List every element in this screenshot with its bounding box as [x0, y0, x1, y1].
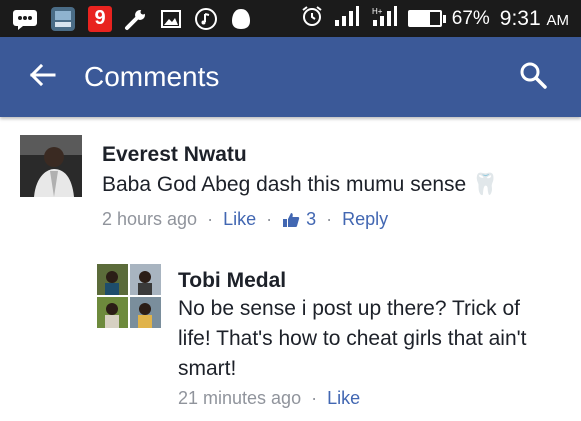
app-icon: [50, 6, 76, 32]
wrench-icon: [124, 7, 148, 31]
like-count-value: 3: [306, 209, 317, 229]
avatar[interactable]: [97, 264, 161, 328]
blob-icon: [230, 7, 252, 31]
comment-actions: 21 minutes ago · Like: [178, 388, 360, 409]
battery-indicator: 67%: [407, 7, 490, 30]
svg-text:H+: H+: [372, 7, 383, 16]
comment-author[interactable]: Tobi Medal: [178, 269, 286, 293]
notification-badge-icon: 9: [88, 5, 112, 32]
music-icon: [194, 7, 218, 31]
reply-button[interactable]: Reply: [342, 209, 388, 230]
thumbs-up-icon: [283, 212, 300, 227]
signal-icon: [334, 5, 360, 33]
battery-percent: 67%: [451, 7, 490, 29]
status-bar-system: H+ 67% 9:31 AM: [300, 4, 581, 34]
battery-icon: [407, 10, 442, 27]
battery-fill: [409, 12, 430, 25]
comment-time: 21 minutes ago: [178, 388, 302, 408]
separator-dot: ·: [311, 388, 318, 408]
clock-ampm: AM: [546, 11, 570, 29]
separator-dot: ·: [326, 209, 333, 229]
page-title: Comments: [84, 61, 220, 92]
comment-item: Everest Nwatu Baba God Abeg dash this mu…: [0, 117, 581, 257]
clock: 9:31 AM: [500, 7, 569, 31]
comment-text: No be sense i post up there? Trick of li…: [178, 297, 527, 380]
back-button[interactable]: [22, 57, 62, 97]
reply-item: Tobi Medal No be sense i post up there? …: [0, 257, 581, 421]
search-icon: [518, 60, 548, 95]
message-icon: [12, 8, 38, 30]
like-button[interactable]: Like: [327, 388, 360, 409]
like-button[interactable]: Like: [223, 209, 256, 230]
comment-time: 2 hours ago: [102, 209, 198, 229]
status-bar-notifications: 9: [0, 5, 264, 32]
notification-badge-count: 9: [94, 7, 106, 29]
separator-dot: ·: [266, 209, 273, 229]
clock-time: 9:31: [499, 6, 541, 30]
image-icon: [160, 8, 182, 30]
signal-icon-2: H+: [370, 5, 398, 33]
back-arrow-icon: [27, 60, 57, 95]
comment-author[interactable]: Everest Nwatu: [102, 143, 247, 167]
comment-text: Baba God Abeg dash this mumu sense 🦷: [102, 173, 499, 196]
comment-actions: 2 hours ago · Like · 3 · Reply: [102, 209, 388, 230]
app-bar: Comments: [0, 37, 581, 117]
status-bar: 9 H+ 67% 9:31 AM: [0, 0, 581, 37]
avatar[interactable]: [20, 135, 82, 197]
search-button[interactable]: [513, 57, 553, 97]
separator-dot: ·: [207, 209, 214, 229]
like-count[interactable]: 3: [282, 209, 316, 230]
alarm-icon: [300, 4, 324, 34]
